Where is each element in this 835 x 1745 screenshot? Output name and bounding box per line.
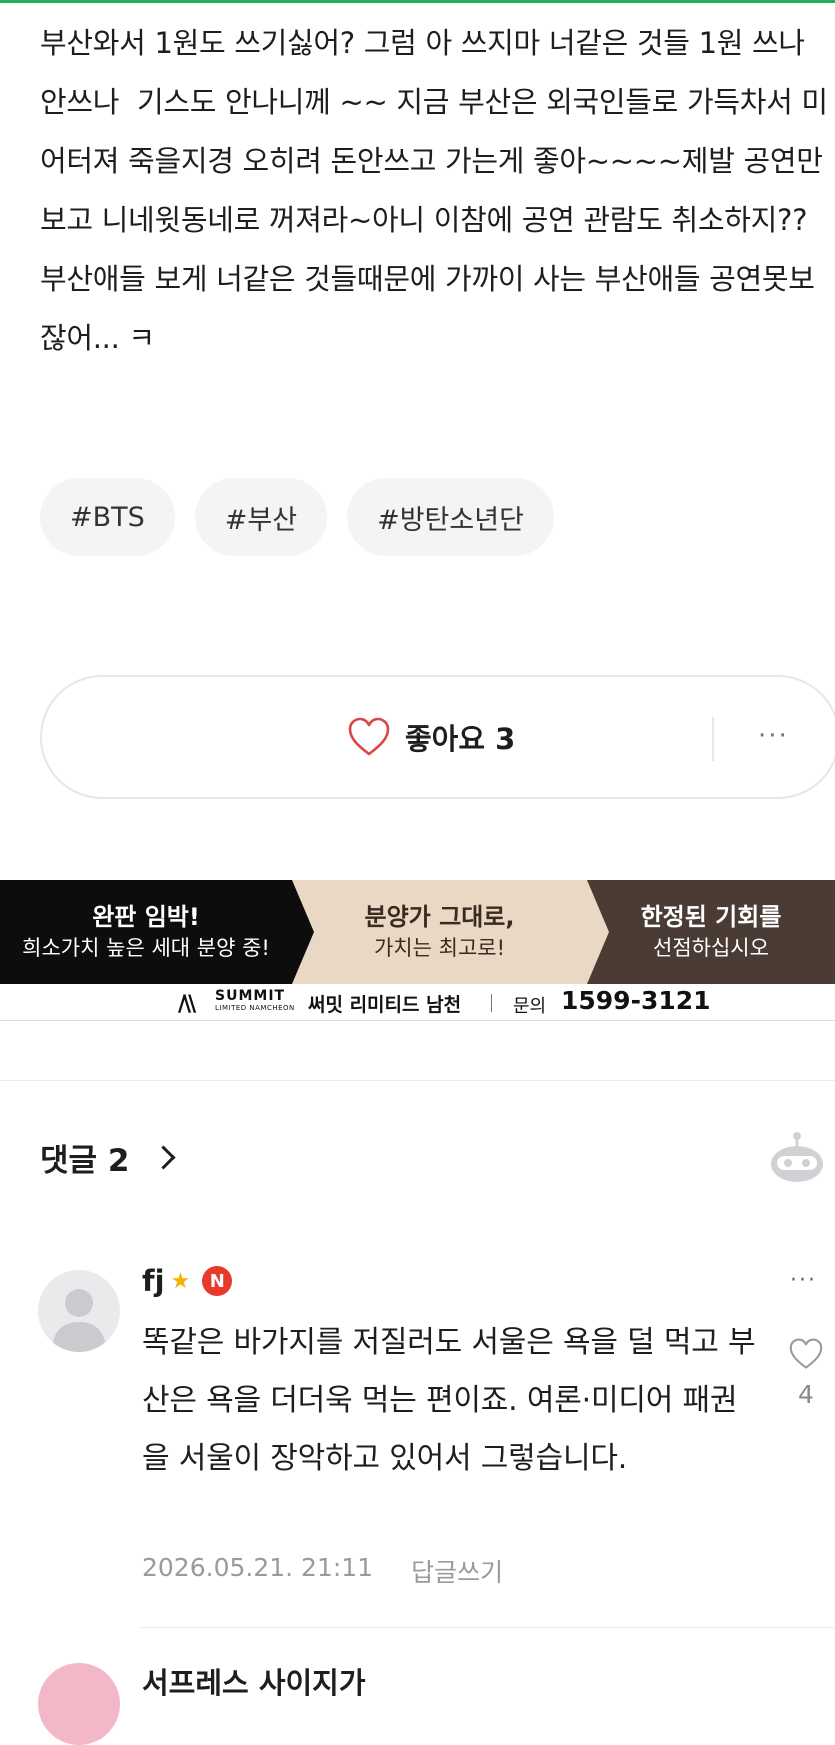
ad-panel-2-title: 분양가 그대로,	[364, 903, 515, 931]
ad-arrow-1	[292, 880, 314, 984]
ad-footer: /\\ SUMMIT LIMITED NAMCHEON 써밋 리미티드 남천 문…	[0, 984, 835, 1021]
ad-panel-3: 한정된 기회를 선점하십시오	[587, 880, 835, 984]
ad-panel-1-title: 완판 임박!	[92, 903, 200, 931]
comment-author-name[interactable]: 서프레스 사이지가	[142, 1660, 366, 1702]
n-badge-icon: N	[202, 1266, 233, 1296]
default-avatar-icon	[52, 1289, 106, 1352]
ad-panel-1-subtitle: 희소가치 높은 세대 분양 중!	[22, 936, 270, 960]
tag-list: #BTS #부산 #방탄소년단	[40, 478, 554, 556]
heart-icon	[348, 717, 390, 756]
comment-like-count: 4	[798, 1380, 814, 1409]
tag-chip-bts[interactable]: #BTS	[40, 478, 175, 556]
comments-count-title: 댓글 2	[40, 1143, 130, 1179]
top-accent-line	[0, 0, 835, 3]
comment-author[interactable]: fj ★ N	[142, 1264, 233, 1298]
bot-icon[interactable]	[767, 1130, 827, 1184]
like-label: 좋아요 3	[405, 722, 516, 756]
star-icon: ★	[170, 1268, 191, 1294]
reaction-divider	[712, 717, 714, 761]
ad-panel-3-subtitle: 선점하십시오	[653, 936, 769, 960]
comment-author-name: fj	[142, 1264, 165, 1298]
ad-separator	[491, 994, 492, 1012]
reaction-bar: 좋아요 3 ···	[40, 675, 835, 799]
ad-panel-1: 완판 임박! 희소가치 높은 세대 분양 중!	[0, 880, 292, 984]
comments-header[interactable]: 댓글 2	[40, 1135, 176, 1180]
more-dots-icon[interactable]: ···	[758, 721, 789, 751]
tag-chip-bangtan[interactable]: #방탄소년단	[347, 478, 554, 556]
banner-ad[interactable]: 완판 임박! 희소가치 높은 세대 분양 중! 분양가 그대로, 가치는 최고로…	[0, 880, 835, 1021]
summit-logo-icon: /\\	[178, 992, 196, 1017]
comment-divider	[140, 1627, 835, 1628]
ad-logo-subtext: LIMITED NAMCHEON	[215, 1004, 295, 1012]
comment-text: 똑같은 바가지를 저질러도 서울은 욕을 덜 먹고 부산은 욕을 더더욱 먹는 …	[142, 1325, 756, 1476]
comment-more-icon[interactable]: ···	[790, 1268, 817, 1293]
ad-phone-number: 1599-3121	[561, 986, 711, 1015]
ad-brand-name: 써밋 리미티드 남천	[308, 994, 462, 1016]
ad-contact-label: 문의	[513, 996, 547, 1017]
avatar[interactable]	[38, 1663, 120, 1745]
comment-meta: 2026.05.21. 21:11 답글쓰기	[142, 1553, 503, 1589]
like-button[interactable]: 좋아요 3	[347, 677, 515, 797]
ad-logo-text: SUMMIT	[215, 988, 286, 1004]
tag-chip-busan[interactable]: #부산	[194, 478, 328, 556]
post-body-text: 부산와서 1원도 쓰기싫어? 그럼 아 쓰지마 너같은 것들 1원 쓰나 안쓰나…	[40, 26, 832, 355]
ad-panel-2-subtitle: 가치는 최고로!	[373, 936, 505, 960]
avatar[interactable]	[38, 1270, 120, 1352]
heart-outline-icon	[789, 1338, 823, 1369]
comment-item: fj ★ N ··· 똑같은 바가지를 저질러도 서울은 욕을 덜 먹고 부산은…	[38, 1264, 835, 1630]
comment-timestamp: 2026.05.21. 21:11	[142, 1553, 374, 1582]
ad-panel-2: 분양가 그대로, 가치는 최고로!	[292, 880, 587, 984]
ad-arrow-2	[587, 880, 609, 984]
comment-like-button[interactable]: 4	[786, 1338, 826, 1409]
ad-panel-3-title: 한정된 기회를	[640, 903, 782, 931]
reply-button[interactable]: 답글쓰기	[411, 1553, 503, 1589]
section-divider	[0, 1080, 835, 1081]
chevron-right-icon	[151, 1145, 176, 1170]
